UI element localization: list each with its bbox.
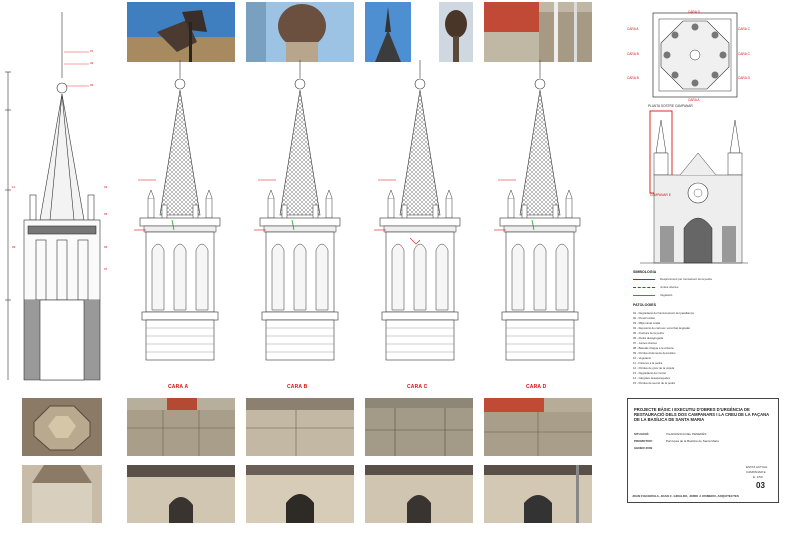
plan-label-1: CARA D <box>688 10 700 14</box>
project-title: PROJECTE BÀSIC I EXECUTIU D'OBRES D'URGÈ… <box>634 407 770 422</box>
photo-stone-b <box>246 398 354 456</box>
photo-bell-detail <box>439 2 473 62</box>
sheet-sub: CAMPANAR E <box>746 470 766 474</box>
photo-arch-d <box>484 465 592 523</box>
photo-stone-c <box>365 398 473 456</box>
legend-item: 15 - Pèrdua de secció de la pedra <box>633 381 675 385</box>
svg-text:05: 05 <box>104 212 108 216</box>
svg-text:06: 06 <box>104 245 108 249</box>
photo-ceiling-inside <box>22 398 102 456</box>
svg-text:09: 09 <box>12 245 16 249</box>
plan-label-6: CARA B <box>627 76 639 80</box>
plan-label-2: CARA A <box>627 27 639 31</box>
legend-item: 12 - Pèrdua de gruix de la cúpula <box>633 366 675 370</box>
face-label-a: CARA A <box>168 384 189 390</box>
plan-label-4: CARA B <box>627 52 639 56</box>
legend-item: 07 - Juntes obertes <box>633 341 657 345</box>
legend-swatch-red <box>633 279 655 280</box>
date: GENER 2009 <box>634 446 653 450</box>
title-block: PROJECTE BÀSIC I EXECUTIU D'OBRES D'URGÈ… <box>627 398 779 503</box>
photo-stone-d <box>484 398 592 456</box>
legend-item: 10 - Vegetació <box>633 356 651 360</box>
legend-swatch-green <box>633 295 655 296</box>
photo-weathervane <box>127 2 235 62</box>
face-label-d: CARA D <box>526 384 547 390</box>
roof-plan <box>652 12 738 98</box>
legend-item: 04 - Reposició de carreus i encorbat deg… <box>633 326 690 330</box>
svg-text:04: 04 <box>104 185 108 189</box>
legend-item: 09 - Pèrdua d'elements decoratius <box>633 351 676 355</box>
church-facade <box>640 110 748 264</box>
svg-text:02: 02 <box>90 61 94 65</box>
photo-roof-tiles <box>484 2 592 62</box>
sheet-number: 03 <box>756 481 765 490</box>
legend-item: 14 - Gàrgoles desaparegudes <box>633 376 671 380</box>
legend-item: Vegetació <box>660 293 673 297</box>
facade-caption: CAMPANAR E <box>650 193 671 197</box>
legend-item: Juntes obertes <box>660 285 679 289</box>
legend-item: Despreniment per trencament de la pedra <box>660 277 712 281</box>
legend-patologies-title: PATOLOGIES <box>633 303 656 307</box>
svg-text:11: 11 <box>12 185 15 189</box>
scale: E: 1/50 <box>753 475 763 479</box>
situacio-label: SITUACIÓ: <box>634 432 650 436</box>
legend-item: 01 - Degradació del funcionament del par… <box>633 311 694 315</box>
promotor-value: Parròquia de la Basílica de Santa Maria <box>666 439 719 443</box>
legend-simbologia-title: SIMBOLOGIA <box>633 270 657 274</box>
photo-arch-b <box>246 465 354 523</box>
photo-ceiling-lower <box>22 465 102 523</box>
sheet-desc: ESTAT ACTUAL <box>746 465 768 469</box>
plan-label-8: CARA A <box>688 98 700 102</box>
legend-item: 08 - Bassals d'aigua a la coberta <box>633 346 674 350</box>
legend-item: 03 - Mitjà canal oxidat <box>633 321 661 325</box>
legend-item: 06 - Pedra desagregada <box>633 336 664 340</box>
legend-item: 11 - Fissures a la pedra <box>633 361 663 365</box>
svg-text:03: 03 <box>90 83 94 87</box>
elevations <box>134 60 581 361</box>
face-label-c: CARA C <box>407 384 428 390</box>
photo-bell-finial <box>246 2 354 62</box>
photo-arch-a <box>127 465 235 523</box>
legend-item: 13 - Degradació del morter <box>633 371 667 375</box>
face-label-b: CARA B <box>287 384 308 390</box>
photo-stone-a <box>127 398 235 456</box>
legend-item: 02 - Penell oxidat <box>633 316 655 320</box>
plan-label-7: CARA D <box>738 76 750 80</box>
legend-swatch-dash <box>633 287 655 288</box>
plan-label-3: CARA C <box>738 27 750 31</box>
plan-label-5: CARA C <box>738 52 750 56</box>
promotor-label: PROMOTOR: <box>634 439 653 443</box>
authors: JOAN FIGUEROLA, JOAN C. GIRALDO, JORDI J… <box>632 494 739 498</box>
svg-text:07: 07 <box>104 267 108 271</box>
photo-arch-c <box>365 465 473 523</box>
section-drawing: 01 02 03 11 04 05 09 06 07 <box>5 12 108 381</box>
photo-spire-top <box>365 2 411 62</box>
situacio-value: VILAFRANCA DEL PENEDÈS <box>666 432 707 436</box>
legend-item: 05 - Fractura de la pedra <box>633 331 664 335</box>
svg-text:01: 01 <box>90 49 94 53</box>
